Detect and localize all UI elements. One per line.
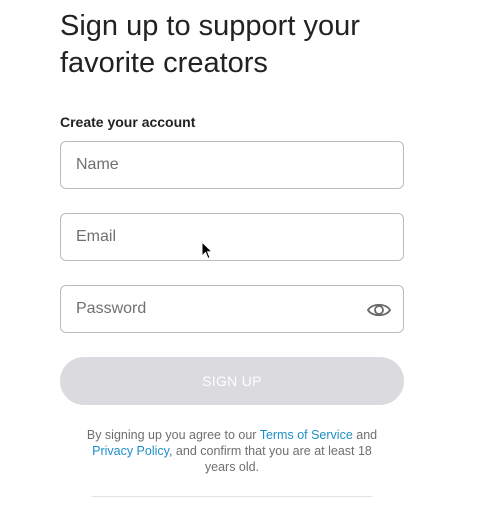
email-input[interactable] (76, 214, 356, 260)
signup-page: Sign up to support your favorite creators… (0, 0, 493, 511)
mouse-cursor-icon (201, 240, 214, 260)
legal-text-before: By signing up you agree to our (86, 428, 260, 442)
sign-up-button[interactable]: SIGN UP (60, 357, 404, 405)
divider (92, 496, 372, 497)
eye-icon[interactable] (366, 298, 392, 322)
name-field[interactable] (60, 141, 404, 189)
password-field[interactable] (60, 285, 404, 333)
legal-text-and: and (352, 428, 378, 442)
privacy-policy-link[interactable]: Privacy Policy (92, 444, 169, 458)
name-input[interactable] (76, 142, 356, 188)
create-account-label: Create your account (60, 114, 196, 130)
email-field[interactable] (60, 213, 404, 261)
legal-text-after: , and confirm that you are at least 18 y… (168, 444, 372, 474)
page-title-line-2: favorite creators (60, 47, 268, 79)
legal-disclaimer: By signing up you agree to our Terms of … (86, 427, 378, 475)
password-input[interactable] (76, 286, 356, 332)
terms-of-service-link[interactable]: Terms of Service (260, 428, 353, 442)
page-title: Sign up to support your favorite creators (60, 8, 460, 82)
page-title-line-1: Sign up to support your (60, 10, 360, 42)
